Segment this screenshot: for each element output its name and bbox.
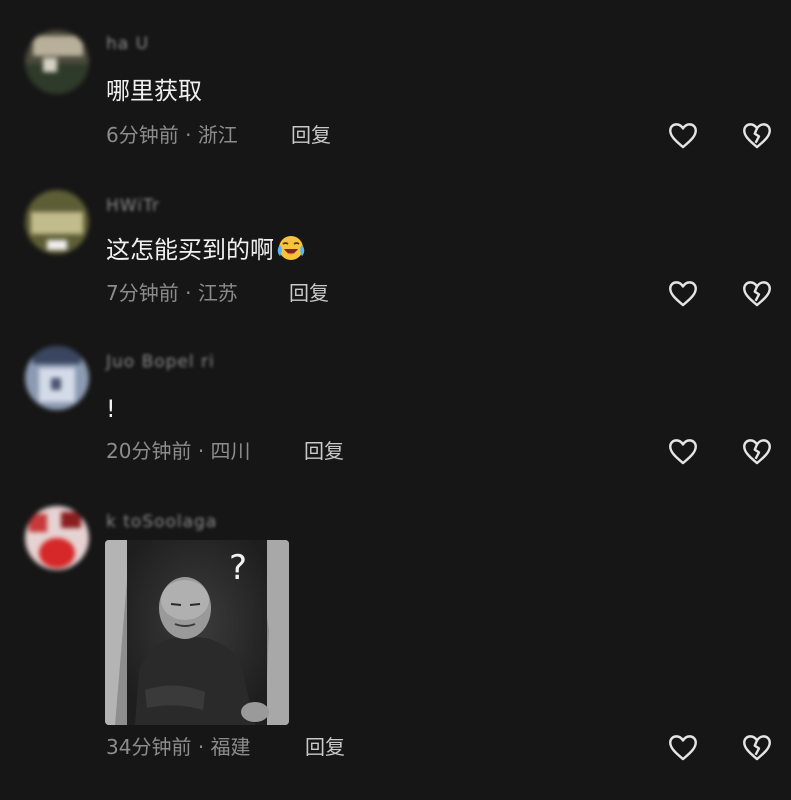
meme-photo[interactable]: ? [105,540,289,725]
comment-text: 这怎能买到的啊 [106,234,306,269]
comment-meta: 34分钟前 · 福建 [106,734,251,760]
username[interactable]: k toSoolaga [106,512,217,532]
reply-button[interactable]: 回复 [305,734,345,760]
heart-outline-icon[interactable] [666,276,700,310]
reply-button[interactable]: 回复 [289,280,329,306]
comment-meta: 6分钟前 · 浙江 [106,122,238,148]
comment-time: 7分钟前 [106,281,179,305]
meta-separator: · [185,123,192,147]
comment-location: 福建 [210,735,251,759]
question-mark-label: ? [229,548,248,588]
username[interactable]: HWiTr [106,196,160,216]
comment-location: 浙江 [197,123,238,147]
avatar[interactable] [25,506,89,570]
broken-heart-outline-icon[interactable] [740,118,774,152]
avatar[interactable] [25,190,89,254]
comment-meta: 7分钟前 · 江苏 [106,280,238,306]
laughing-crying-emoji-icon [276,234,306,269]
comment-time: 20分钟前 [106,439,192,463]
comment-text: 哪里获取 [106,77,202,105]
comment-location: 江苏 [197,281,238,305]
reply-button[interactable]: 回复 [304,438,344,464]
username[interactable]: ha U [106,34,149,54]
comment-text: ! [106,395,116,423]
heart-outline-icon[interactable] [666,434,700,468]
comment-list: ha U 哪里获取 6分钟前 · 浙江 回复 HWiTr 这怎能买到的啊 7分钟… [0,0,791,800]
reply-button[interactable]: 回复 [291,122,331,148]
comment-meta: 20分钟前 · 四川 [106,438,251,464]
heart-outline-icon[interactable] [666,730,700,764]
avatar[interactable] [25,30,89,94]
meta-separator: · [197,439,205,463]
broken-heart-outline-icon[interactable] [740,434,774,468]
avatar[interactable] [25,346,89,410]
broken-heart-outline-icon[interactable] [740,276,774,310]
broken-heart-outline-icon[interactable] [740,730,774,764]
username[interactable]: Juo Bopel ri [106,352,215,372]
meta-separator: · [197,735,205,759]
comment-text-content: 这怎能买到的啊 [106,236,274,264]
comment-location: 四川 [210,439,251,463]
meta-separator: · [185,281,192,305]
comment-time: 34分钟前 [106,735,192,759]
heart-outline-icon[interactable] [666,118,700,152]
comment-time: 6分钟前 [106,123,179,147]
